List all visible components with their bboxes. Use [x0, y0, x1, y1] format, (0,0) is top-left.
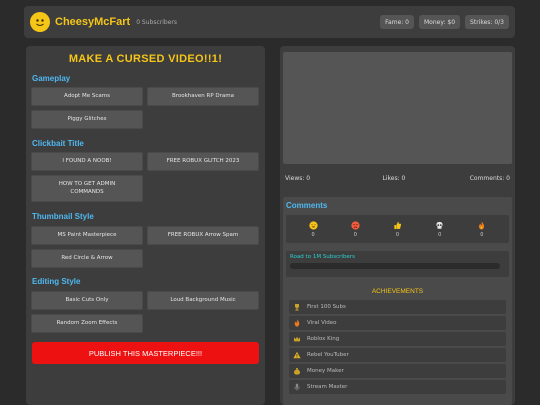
option-red-circle-arrow[interactable]: Red Circle & Arrow [31, 249, 143, 268]
reaction-angry: 0 [340, 220, 370, 238]
subscriber-count: 0 Subscribers [136, 18, 177, 26]
warning-icon [293, 351, 301, 359]
angry-face-icon [351, 220, 360, 230]
video-stats: Views: 0 Likes: 0 Comments: 0 [280, 175, 515, 182]
publish-button[interactable]: PUBLISH THIS MASTERPIECE!!! [32, 342, 259, 364]
achievement-rebel-youtuber: Rebel YouTuber [289, 348, 506, 362]
reaction-count: 0 [353, 231, 357, 238]
likes-count: Likes: 0 [382, 175, 406, 182]
crown-icon [294, 336, 300, 342]
option-piggy-glitches[interactable]: Piggy Glitches [31, 110, 143, 129]
achievement-viral-video: Viral Video [289, 316, 506, 330]
reaction-count: 0 [438, 231, 442, 238]
avatar-icon [30, 12, 50, 32]
video-builder-panel: MAKE A CURSED VIDEO!!1! Gameplay Adopt M… [26, 46, 265, 405]
section-title-clickbait: Clickbait Title [32, 139, 84, 148]
reaction-laugh: 0 [298, 220, 328, 238]
option-basic-cuts[interactable]: Basic Cuts Only [31, 291, 143, 310]
achievement-first-100-subs: First 100 Subs [289, 300, 506, 314]
option-free-robux-glitch[interactable]: FREE ROBUX GLITCH 2023 [147, 152, 259, 171]
option-brookhaven-rp-drama[interactable]: Brookhaven RP Drama [147, 87, 259, 106]
achievements-title: ACHIEVEMENTS [371, 288, 424, 295]
reaction-count: 0 [311, 231, 315, 238]
reactions-row: 0 0 0 0 0 [286, 215, 509, 243]
subscriber-progress-bar [290, 263, 500, 269]
comments-count: Comments: 0 [469, 175, 510, 182]
laughing-face-icon [308, 220, 318, 230]
option-found-a-noob[interactable]: I FOUND A NOOB! [31, 152, 143, 171]
video-stats-panel: Views: 0 Likes: 0 Comments: 0 Comments 0… [280, 46, 515, 405]
option-loud-music[interactable]: Loud Background Music [147, 291, 259, 310]
reaction-fire: 0 [467, 221, 497, 238]
achievement-label: Roblox King [307, 336, 340, 342]
skull-icon [436, 221, 443, 229]
fame-stat: Fame: 0 [380, 15, 414, 29]
fire-icon [294, 319, 300, 327]
money-bag-icon [293, 368, 301, 375]
option-adopt-me-scams[interactable]: Adopt Me Scams [31, 87, 143, 106]
achievement-label: First 100 Subs [307, 304, 346, 310]
option-ms-paint[interactable]: MS Paint Masterpiece [31, 226, 143, 245]
comments-title: Comments [286, 201, 328, 210]
reaction-thumbs-up: 0 [382, 221, 412, 238]
reaction-count: 0 [395, 231, 400, 238]
achievement-label: Stream Master [307, 384, 348, 390]
thumbs-up-icon [394, 221, 402, 229]
achievement-label: Money Maker [307, 368, 344, 374]
top-bar: CheesyMcFart 0 Subscribers Fame: 0 Money… [24, 6, 515, 38]
comments-section: Comments 0 0 0 0 0 Road to 1M Subscriber… [283, 197, 512, 291]
achievement-stream-master: Stream Master [289, 380, 506, 394]
section-title-gameplay: Gameplay [32, 74, 71, 83]
achievement-roblox-king: Roblox King [289, 332, 506, 346]
microphone-icon [294, 383, 300, 391]
section-title-thumbnail: Thumbnail Style [32, 212, 94, 221]
fire-icon [479, 221, 485, 229]
stats-bar: Fame: 0 Money: $0 Strikes: 0/3 [380, 15, 509, 29]
option-admin-commands[interactable]: HOW TO GET ADMIN COMMANDS [31, 175, 143, 202]
trophy-icon [295, 304, 299, 311]
achievements-section: ACHIEVEMENTS First 100 Subs Viral Video … [283, 283, 512, 405]
option-arrow-spam[interactable]: FREE ROBUX Arrow Spam [147, 226, 259, 245]
panel-title: MAKE A CURSED VIDEO!!1! [68, 53, 223, 65]
money-stat: Money: $0 [419, 15, 461, 29]
video-preview [283, 52, 512, 164]
road-label: Road to 1M Subscribers [290, 254, 355, 260]
section-title-editing: Editing Style [32, 277, 81, 286]
username: CheesyMcFart [55, 16, 131, 28]
strikes-stat: Strikes: 0/3 [465, 15, 509, 29]
reaction-count: 0 [480, 231, 484, 238]
option-random-zoom[interactable]: Random Zoom Effects [31, 314, 143, 333]
road-to-1m: Road to 1M Subscribers [286, 251, 509, 277]
reaction-skull: 0 [425, 221, 455, 238]
achievement-label: Viral Video [307, 320, 337, 326]
achievement-money-maker: Money Maker [289, 364, 506, 378]
achievement-label: Rebel YouTuber [307, 352, 349, 358]
views-count: Views: 0 [285, 175, 311, 182]
